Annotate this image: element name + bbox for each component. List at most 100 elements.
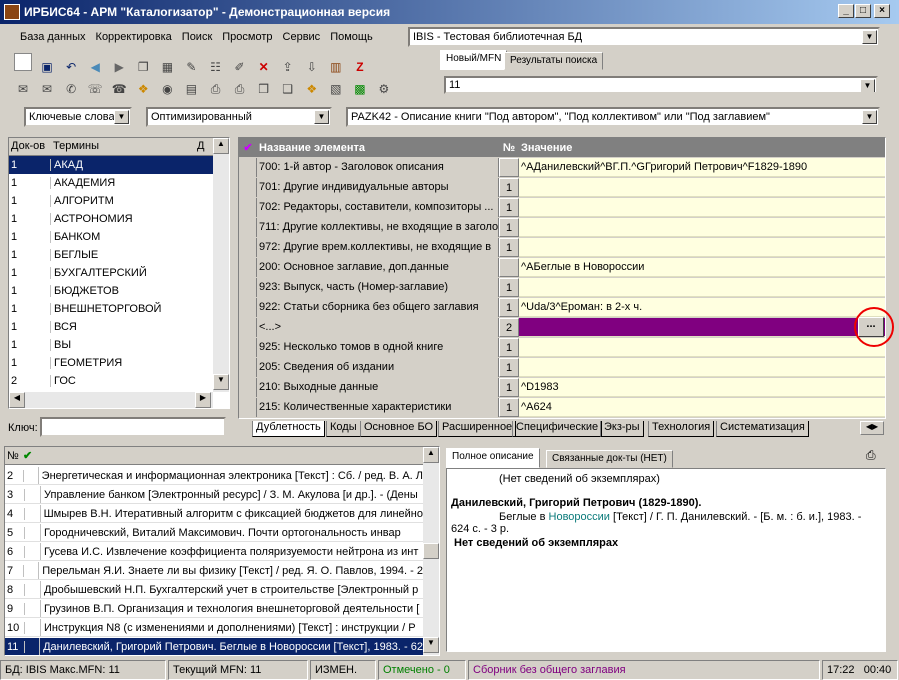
result-mark[interactable] [25,505,41,522]
folder2-icon[interactable]: ❖ [303,80,321,98]
field-value[interactable]: ^D1983 [519,378,885,397]
chevron-down-icon[interactable]: ▼ [862,30,877,44]
tab-new-mfn[interactable]: Новый/MFN [440,50,508,70]
scroll-right-icon[interactable]: ▶ [195,392,211,408]
chevron-down-icon[interactable]: ▼ [114,110,129,124]
mfn-input[interactable]: 11 ▼ [444,76,878,94]
document2-icon[interactable]: ❑ [279,80,297,98]
term-row[interactable]: 1 ВСЯ [9,318,213,336]
term-row[interactable]: 1 АКАД [9,156,213,174]
term-row[interactable]: 1 ВНЕШНЕТОРГОВОЙ [9,300,213,318]
field-row[interactable]: 923: Выпуск, часть (Номер-заглавие) 1 [239,278,885,297]
maximize-button[interactable]: □ [855,4,871,18]
tab-field-group[interactable]: Коды [326,421,361,437]
term-row[interactable]: 1 АЛГОРИТМ [9,192,213,210]
chevron-down-icon[interactable]: ▼ [862,110,877,124]
arrow-left-icon[interactable]: ◀ [86,58,104,76]
result-row[interactable]: 5 Городничевский, Виталий Максимович. Поч… [5,524,423,542]
menu-edit[interactable]: Корректировка [96,31,172,43]
result-row[interactable]: 2 Энергетическая и информационная электро… [5,467,423,485]
comment-icon[interactable]: ✉ [14,80,32,98]
key-type-select[interactable]: Ключевые слова ▼ [24,107,132,127]
scroll-left-icon[interactable]: ◀ [9,392,25,408]
excel-icon[interactable]: ▩ [351,80,369,98]
result-row[interactable]: 8 Дробышевский Н.П. Бухгалтерский учет в … [5,581,423,599]
mail-icon[interactable]: ✆ [62,80,80,98]
row-indicator[interactable] [239,258,257,277]
pin-icon[interactable]: Д [197,140,204,152]
checkmark-icon[interactable]: ✔ [239,141,257,154]
database-select[interactable]: IBIS - Тестовая библиотечная БД ▼ [408,27,880,47]
worksheet-select[interactable]: PAZK42 - Описание книги "Под автором", "… [346,107,880,127]
field-row[interactable]: 210: Выходные данные 1 ^D1983 [239,378,885,397]
field-value[interactable]: ^AДанилевский^BГ.П.^GГригорий Петрович^F… [519,158,885,177]
export-icon[interactable]: ⇪ [279,58,297,76]
field-value[interactable] [519,178,885,197]
scroll-up-icon[interactable]: ▲ [213,138,229,154]
result-mark[interactable] [24,467,39,484]
field-row[interactable]: 700: 1-й автор - Заголовок описания ^AДан… [239,158,885,177]
tab-field-group[interactable]: Основное БО [360,421,438,437]
tab-linked-docs[interactable]: Связанные док-ты (НЕТ) [546,450,673,468]
result-row[interactable]: 6 Гусева И.С. Извлечение коэффициента пол… [5,543,423,561]
field-row[interactable]: <...> 2 [239,318,885,337]
tab-full-description[interactable]: Полное описание [446,448,540,468]
delete-icon[interactable]: ✕ [255,58,273,76]
field-value[interactable] [519,238,885,257]
term-row[interactable]: 1 БЕГЛЫЕ [9,246,213,264]
report-icon[interactable]: ▧ [327,80,345,98]
result-row[interactable]: 3 Управление банком [Электронный ресурс] … [5,486,423,504]
field-row[interactable]: 925: Несколько томов в одной книге 1 [239,338,885,357]
term-row[interactable]: 1 АСТРОНОМИЯ [9,210,213,228]
col-docs-header[interactable]: Док-ов [11,140,45,152]
field-value[interactable] [519,318,885,337]
grid-icon[interactable]: ▦ [158,58,176,76]
result-row[interactable]: 7 Перельман Я.И. Знаете ли вы физику [Тек… [5,562,423,580]
z3950-icon[interactable]: Z [351,58,369,76]
field-value[interactable] [519,278,885,297]
menu-help[interactable]: Помощь [330,31,373,43]
term-row[interactable]: 1 БАНКОМ [9,228,213,246]
checkmark-icon[interactable]: ✔ [23,449,41,462]
result-mark[interactable] [24,562,40,579]
tab-search-results[interactable]: Результаты поиска [504,52,604,70]
field-row[interactable]: 215: Количественные характеристики 1 ^A624 [239,398,885,417]
copy-icon[interactable]: ❐ [134,58,152,76]
undo-icon[interactable]: ↶ [62,58,80,76]
field-row[interactable]: 972: Другие врем.коллективы, не входящие… [239,238,885,257]
row-indicator[interactable] [239,298,257,317]
row-indicator[interactable] [239,238,257,257]
row-indicator[interactable] [239,158,257,177]
term-row[interactable]: 1 ВЫ [9,336,213,354]
row-indicator[interactable] [239,278,257,297]
term-row[interactable]: 1 БУХГАЛТЕРСКИЙ [9,264,213,282]
settings-icon[interactable]: ⚙ [375,80,393,98]
result-mark[interactable] [25,543,41,560]
result-row[interactable]: 11 Данилевский, Григорий Петрович. Беглые… [5,638,423,655]
tab-field-group[interactable]: Специфические [512,421,603,437]
folder-icon[interactable]: ❖ [134,80,152,98]
term-row[interactable]: 1 АКАДЕМИЯ [9,174,213,192]
stack-icon[interactable]: ▤ [182,80,200,98]
field-value[interactable] [519,358,885,377]
row-indicator[interactable] [239,398,257,417]
scroll-thumb[interactable] [423,543,439,559]
close-button[interactable]: × [874,4,890,18]
tab-field-group[interactable]: Экз-ры [600,421,644,437]
field-row[interactable]: 711: Другие коллективы, не входящие в за… [239,218,885,237]
tab-field-group[interactable]: Дублетность [252,421,325,437]
result-mark[interactable] [25,638,41,655]
result-row[interactable]: 10 Инструкция N8 (с изменениями и дополне… [5,619,423,637]
field-row[interactable]: 702: Редакторы, составители, композиторы… [239,198,885,217]
result-mark[interactable] [25,524,41,541]
row-indicator[interactable] [239,338,257,357]
pencil-icon[interactable]: ✐ [231,58,249,76]
field-row[interactable]: 701: Другие индивидуальные авторы 1 [239,178,885,197]
print2-icon[interactable]: ⎙ [231,80,249,98]
field-row[interactable]: 922: Статьи сборника без общего заглавия… [239,298,885,317]
tab-field-group[interactable]: Систематизация [716,421,809,437]
menu-view[interactable]: Просмотр [222,31,272,43]
tree-icon[interactable]: ☷ [207,58,225,76]
result-row[interactable]: 9 Грузинов В.П. Организация и технология … [5,600,423,618]
terms-scrollbar[interactable]: ▲ ▼ [213,138,229,392]
